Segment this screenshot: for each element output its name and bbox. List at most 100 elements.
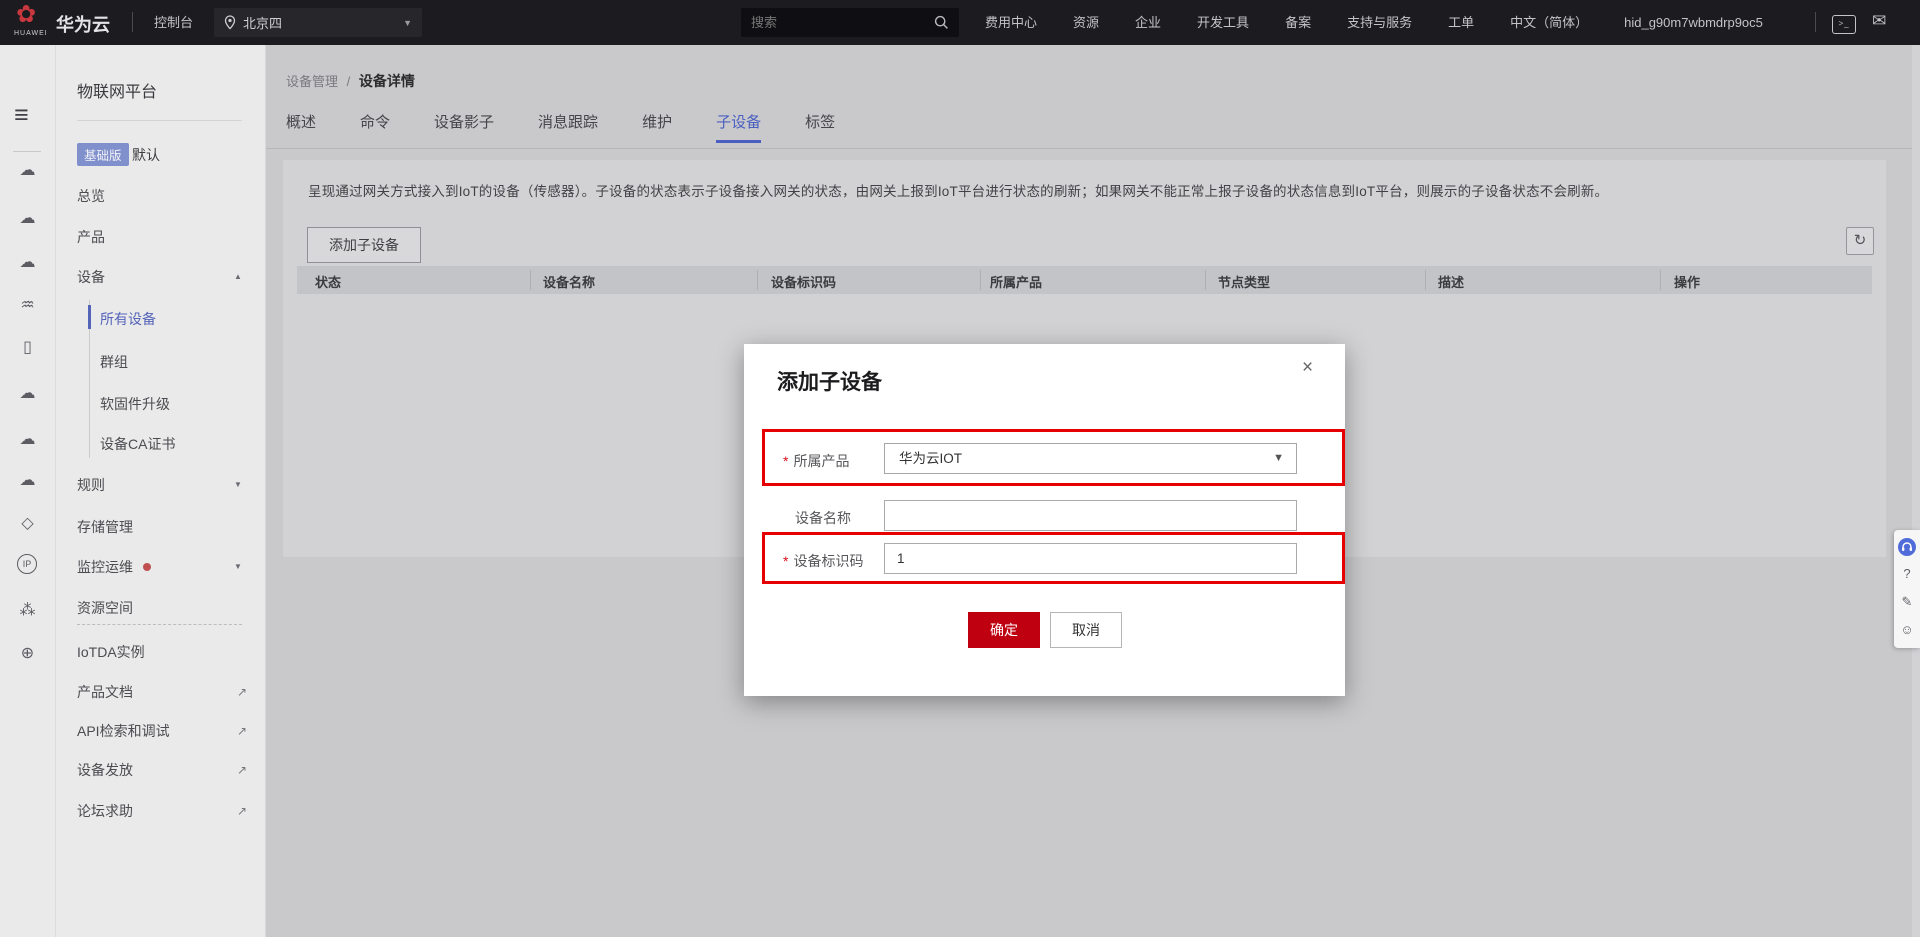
menu-ticket[interactable]: 工单	[1448, 0, 1474, 45]
tab-overview[interactable]: 概述	[286, 111, 316, 143]
cli-terminal-icon[interactable]: >_	[1832, 13, 1856, 34]
edition-badge: 基础版	[77, 143, 129, 166]
topbar-divider	[132, 12, 133, 32]
mail-icon[interactable]: ✉	[1872, 11, 1886, 31]
monitor-expand-icon[interactable]: ▼	[234, 557, 242, 577]
cloud-upload-icon[interactable]: ☁	[0, 429, 55, 449]
sidebar-item-rules[interactable]: 规则	[77, 475, 105, 495]
device-identifier-input[interactable]	[884, 543, 1297, 574]
ip-service-icon[interactable]: IP	[17, 554, 37, 574]
table-header-row: 状态 设备名称 设备标识码 所属产品 节点类型 描述 操作	[297, 266, 1872, 294]
tab-maintenance[interactable]: 维护	[642, 111, 672, 143]
waves-icon[interactable]: ♒	[0, 295, 55, 315]
rules-expand-icon[interactable]: ▼	[234, 475, 242, 495]
required-mark: *	[783, 453, 788, 469]
menu-support-service[interactable]: 支持与服务	[1347, 0, 1412, 45]
column-separator	[1660, 270, 1661, 290]
add-sub-device-modal: 添加子设备 × *所属产品 华为云IOT ▼ 设备名称 *设备标识码 确定 取消	[744, 344, 1345, 696]
external-link-icon: ↗	[237, 721, 247, 741]
sidebar-item-groups[interactable]: 群组	[100, 352, 128, 372]
close-icon[interactable]: ×	[1302, 358, 1313, 377]
refresh-button[interactable]: ↻	[1846, 227, 1874, 255]
col-actions: 操作	[1674, 272, 1700, 291]
satisfaction-icon[interactable]: ☺	[1894, 622, 1920, 637]
account-id[interactable]: hid_g90m7wbmdrp9oc5	[1624, 0, 1763, 45]
huawei-logo-caption: HUAWEI	[14, 30, 48, 37]
menu-enterprise[interactable]: 企业	[1135, 0, 1161, 45]
menu-dev-tools[interactable]: 开发工具	[1197, 0, 1249, 45]
hamburger-menu-icon[interactable]: ≡	[14, 103, 29, 127]
search-input[interactable]	[741, 15, 931, 30]
add-sub-device-button[interactable]: 添加子设备	[307, 227, 421, 263]
topbar-divider-right	[1815, 12, 1816, 32]
sidebar-item-firmware-upgrade[interactable]: 软固件升级	[100, 394, 170, 414]
confirm-button[interactable]: 确定	[968, 612, 1040, 648]
sidebar-item-overview[interactable]: 总览	[77, 186, 105, 206]
support-icon[interactable]	[1898, 538, 1916, 556]
col-node-type: 节点类型	[1218, 272, 1270, 291]
sidebar-item-iotda-instance[interactable]: IoTDA实例	[77, 642, 145, 662]
help-icon[interactable]: ?	[1894, 566, 1920, 581]
prism-icon[interactable]: ◇	[0, 513, 55, 533]
tab-message-trace[interactable]: 消息跟踪	[538, 111, 598, 143]
col-description: 描述	[1438, 272, 1464, 291]
product-select[interactable]: 华为云IOT ▼	[884, 443, 1297, 474]
topbar: ✿ HUAWEI 华为云 控制台 北京四 ▼ 费用中心 资源 企业 开发工具 备…	[0, 0, 1920, 45]
cloud-clock-icon[interactable]: ☁	[0, 470, 55, 490]
tab-device-shadow[interactable]: 设备影子	[434, 111, 494, 143]
region-caret-icon: ▼	[403, 18, 412, 28]
cloud-server-icon[interactable]: ☁	[0, 160, 55, 180]
menu-billing-center[interactable]: 费用中心	[985, 0, 1037, 45]
page-scrollbar[interactable]	[1912, 45, 1920, 937]
sidebar-title: 物联网平台	[77, 78, 157, 102]
cancel-button[interactable]: 取消	[1050, 612, 1122, 648]
tab-sub-devices[interactable]: 子设备	[716, 111, 761, 143]
huawei-logo-icon[interactable]: ✿	[16, 2, 36, 28]
column-separator	[530, 270, 531, 290]
globe-icon[interactable]: ⊕	[0, 643, 55, 663]
organization-icon[interactable]: ⁂	[0, 600, 55, 620]
devices-collapse-icon[interactable]: ▲	[234, 267, 242, 287]
cloud-dots-icon[interactable]: ☁	[0, 208, 55, 228]
sidebar-item-devices[interactable]: 设备	[77, 267, 105, 287]
sidebar-item-product-docs[interactable]: 产品文档	[77, 682, 133, 702]
menu-icp-filing[interactable]: 备案	[1285, 0, 1311, 45]
sidebar: 物联网平台 基础版 默认 总览 产品 设备 ▲ 所有设备 群组 软固件升级 设备…	[56, 45, 266, 937]
sidebar-item-storage-mgmt[interactable]: 存储管理	[77, 517, 133, 537]
huawei-cloud-logo-text[interactable]: 华为云	[56, 11, 110, 37]
breadcrumb: 设备管理 / 设备详情	[286, 71, 415, 91]
device-icon[interactable]: ▯	[0, 337, 55, 357]
sidebar-item-device-ca-cert[interactable]: 设备CA证书	[100, 434, 175, 454]
device-name-input[interactable]	[884, 500, 1297, 531]
menu-language[interactable]: 中文（简体）	[1510, 0, 1588, 45]
sidebar-item-all-devices[interactable]: 所有设备	[100, 309, 156, 329]
submenu-selected-bar	[88, 305, 91, 329]
modal-title: 添加子设备	[777, 366, 882, 396]
region-name: 北京四	[243, 13, 282, 32]
edition-name: 默认	[132, 145, 160, 165]
console-link[interactable]: 控制台	[154, 0, 193, 45]
tab-commands[interactable]: 命令	[360, 111, 390, 143]
location-pin-icon	[224, 15, 236, 30]
region-selector[interactable]: 北京四 ▼	[214, 8, 422, 37]
menu-resources[interactable]: 资源	[1073, 0, 1099, 45]
sidebar-divider	[77, 120, 242, 121]
breadcrumb-device-mgmt[interactable]: 设备管理	[286, 74, 338, 89]
topbar-search	[741, 8, 959, 37]
sidebar-item-monitor-ops[interactable]: 监控运维	[77, 557, 133, 577]
tab-bar: 概述 命令 设备影子 消息跟踪 维护 子设备 标签	[286, 111, 835, 143]
sidebar-item-api-explorer[interactable]: API检索和调试	[77, 721, 170, 741]
cloud-list-icon[interactable]: ☁	[0, 252, 55, 272]
sidebar-item-forum-help[interactable]: 论坛求助	[77, 801, 133, 821]
required-mark: *	[783, 553, 788, 569]
sidebar-item-device-provisioning[interactable]: 设备发放	[77, 760, 133, 780]
sidebar-item-products[interactable]: 产品	[77, 227, 105, 247]
tab-tags[interactable]: 标签	[805, 111, 835, 143]
feedback-icon[interactable]: ✎	[1894, 594, 1920, 610]
sidebar-item-resource-space[interactable]: 资源空间	[77, 598, 133, 618]
search-icon[interactable]	[934, 15, 949, 35]
device-name-field-label: 设备名称	[795, 508, 851, 528]
cloud-icon[interactable]: ☁	[0, 383, 55, 403]
topbar-menu: 费用中心 资源 企业 开发工具 备案 支持与服务 工单 中文（简体） hid_g…	[985, 0, 1763, 45]
floating-toolbar: ? ✎ ☺	[1894, 530, 1920, 648]
